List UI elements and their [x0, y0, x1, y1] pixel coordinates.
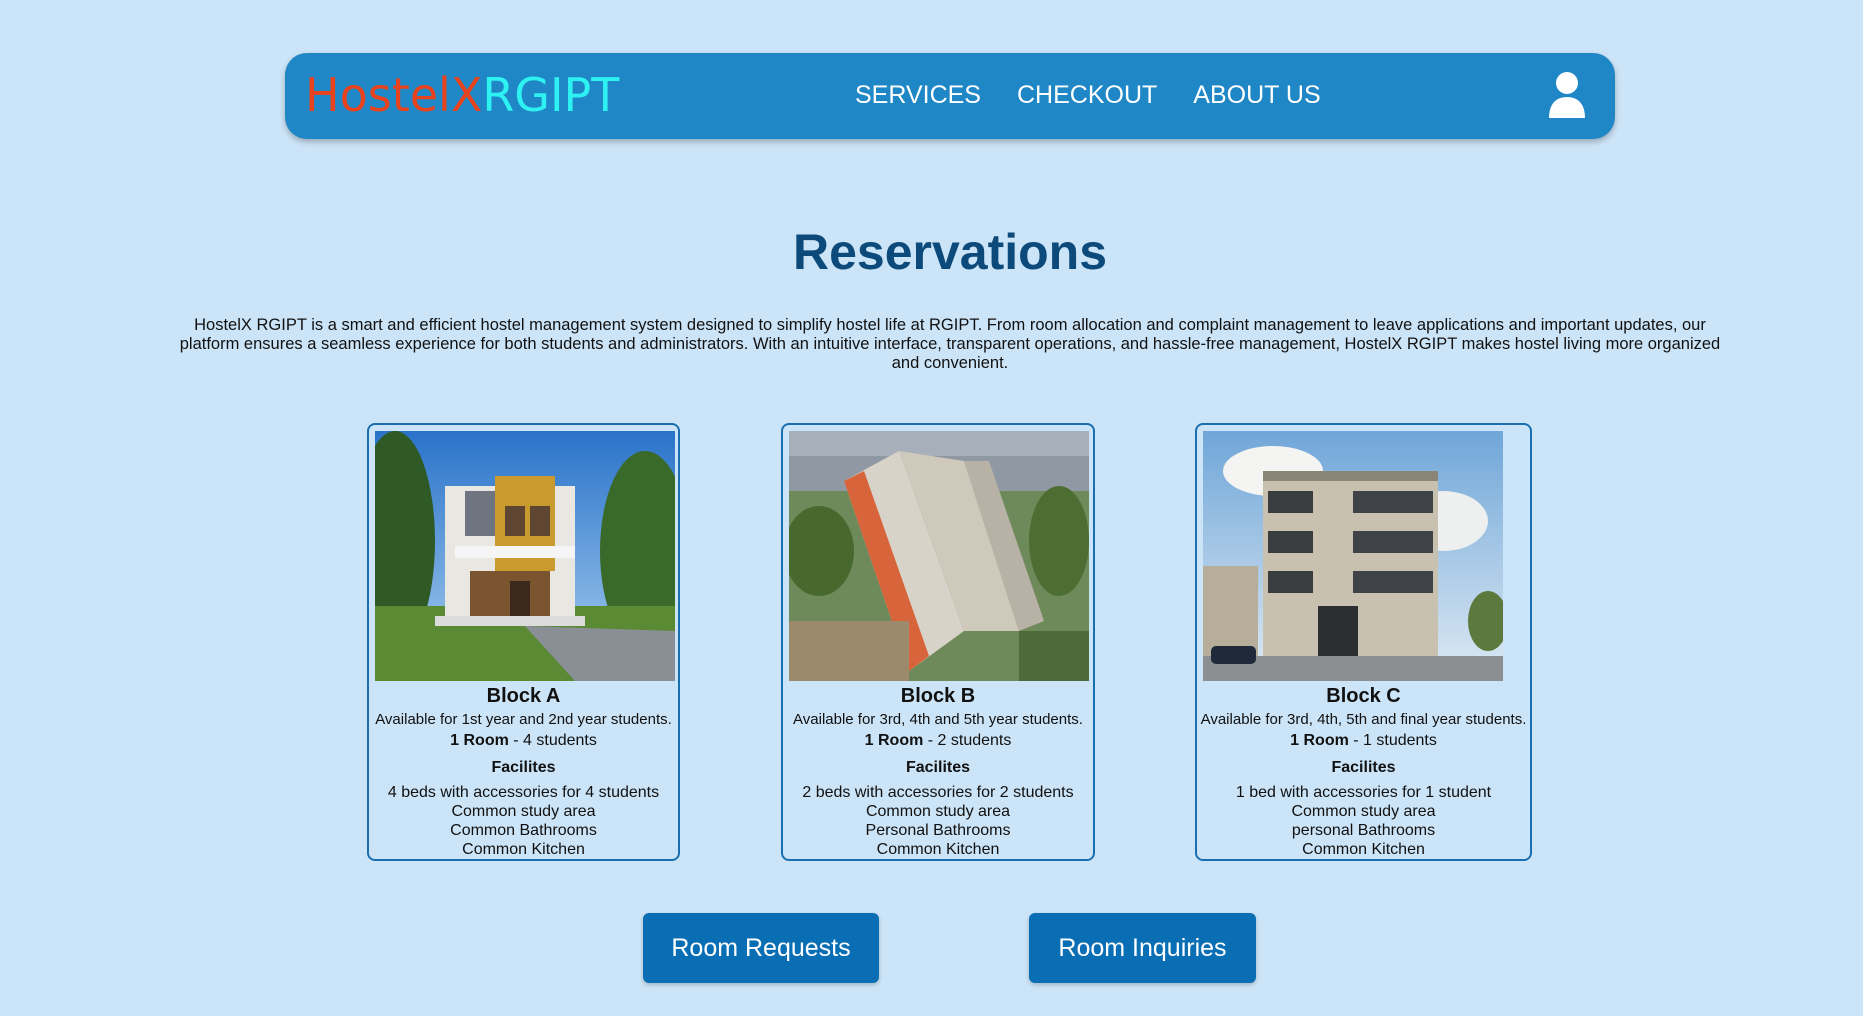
nav-links: SERVICES CHECKOUT ABOUT US: [855, 80, 1321, 110]
facility-item: Common Kitchen: [462, 841, 585, 858]
block-card-c: Block C Available for 3rd, 4th, 5th and …: [1195, 423, 1532, 861]
facility-item: 2 beds with accessories for 2 students: [802, 784, 1074, 801]
facility-item: Personal Bathrooms: [865, 822, 1011, 839]
facility-item: personal Bathrooms: [1291, 822, 1436, 839]
nav-link-about-us[interactable]: ABOUT US: [1193, 80, 1320, 110]
facilities-title: Facilites: [905, 759, 971, 776]
room-label: 1 Room: [1290, 732, 1349, 749]
block-room-capacity: 1 Room - 4 students: [369, 731, 678, 751]
facility-item: Common study area: [865, 803, 1011, 820]
block-c-image: [1203, 431, 1503, 681]
block-name: Block A: [486, 685, 561, 707]
block-room-capacity: 1 Room - 1 students: [1197, 731, 1530, 751]
facilities-title: Facilites: [1331, 759, 1396, 776]
block-c-info: Block C Available for 3rd, 4th, 5th and …: [1197, 684, 1530, 859]
facilities-title: Facilites: [491, 759, 556, 776]
block-a-info: Block A Available for 1st year and 2nd y…: [369, 684, 678, 859]
facility-item: 4 beds with accessories for 4 students: [387, 784, 660, 801]
block-availability: Available for 3rd, 4th, 5th and final ye…: [1200, 711, 1527, 728]
facilities-list: 1 bed with accessories for 1 student Com…: [1197, 783, 1530, 859]
logo-text-hostelx: HostelX: [305, 68, 483, 122]
nav-link-checkout[interactable]: CHECKOUT: [1017, 80, 1157, 110]
user-icon[interactable]: [1547, 71, 1587, 119]
navbar: HostelXRGIPT SERVICES CHECKOUT ABOUT US: [285, 53, 1615, 139]
room-label: 1 Room: [450, 732, 509, 749]
room-value: - 1 students: [1348, 732, 1437, 749]
page-description: HostelX RGIPT is a smart and efficient h…: [179, 316, 1721, 372]
block-name: Block C: [1326, 685, 1401, 707]
block-room-capacity: 1 Room - 2 students: [783, 731, 1093, 751]
logo-text-rgipt: RGIPT: [482, 68, 620, 122]
block-availability: Available for 1st year and 2nd year stud…: [375, 711, 672, 728]
page-title: Reservations: [792, 224, 1108, 280]
room-label: 1 Room: [864, 732, 924, 749]
block-card-a: Block A Available for 1st year and 2nd y…: [367, 423, 680, 861]
facility-item: Common study area: [1291, 803, 1436, 820]
facility-item: Common Bathrooms: [450, 822, 597, 839]
block-name: Block B: [900, 685, 976, 707]
facility-item: Common Kitchen: [1302, 841, 1425, 858]
logo[interactable]: HostelXRGIPT: [305, 69, 619, 121]
facility-item: Common Kitchen: [876, 841, 1000, 858]
room-requests-button[interactable]: Room Requests: [643, 913, 879, 983]
facility-item: 1 bed with accessories for 1 student: [1235, 784, 1492, 801]
block-card-b: Block B Available for 3rd, 4th and 5th y…: [781, 423, 1095, 861]
nav-link-services[interactable]: SERVICES: [855, 80, 981, 110]
facilities-list: 4 beds with accessories for 4 students C…: [369, 783, 678, 859]
block-b-info: Block B Available for 3rd, 4th and 5th y…: [783, 684, 1093, 859]
block-b-image: [789, 431, 1089, 681]
room-inquiries-button[interactable]: Room Inquiries: [1029, 913, 1256, 983]
facility-item: Common study area: [451, 803, 596, 820]
block-a-image: [375, 431, 675, 681]
facilities-list: 2 beds with accessories for 2 students C…: [783, 783, 1093, 859]
room-value: - 2 students: [923, 732, 1012, 749]
block-availability: Available for 3rd, 4th and 5th year stud…: [793, 711, 1083, 728]
room-value: - 4 students: [508, 732, 597, 749]
